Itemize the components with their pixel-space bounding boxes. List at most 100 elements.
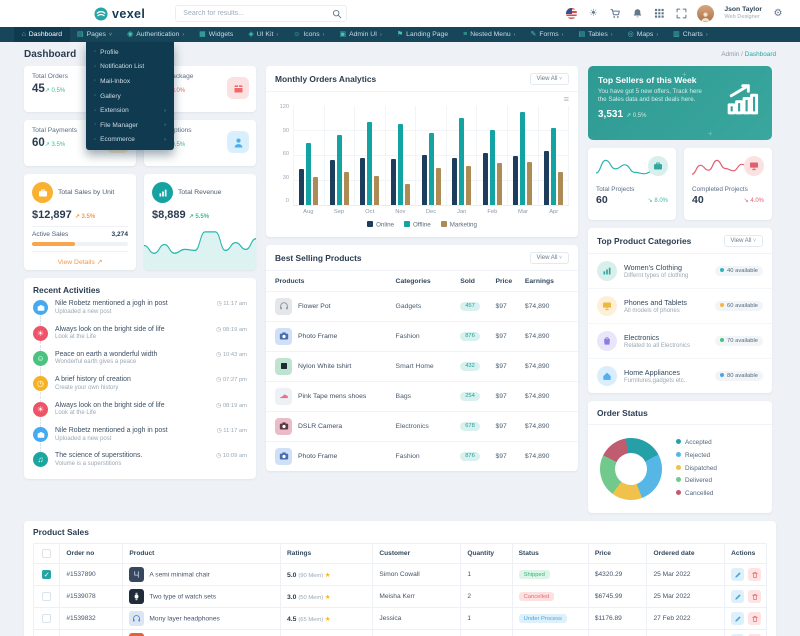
activity-title: Always look on the bright side of life	[55, 326, 165, 333]
chevron-down-icon: ˅	[559, 255, 562, 261]
right-column: Top Sellers of this Week You have got 5 …	[588, 66, 772, 513]
sold-cell: 457	[460, 302, 495, 311]
chart-menu-icon[interactable]: ≡	[564, 95, 569, 104]
music-icon: ♫	[33, 452, 48, 467]
activity-item: Nile Robetz mentioned a jogh in postUplo…	[33, 295, 247, 320]
quantity-cell: 1	[461, 564, 512, 586]
table-row: #1539078Two type of watch sets3.0 (50 Me…	[34, 586, 767, 608]
cart-icon[interactable]	[609, 8, 621, 20]
nav-item-charts[interactable]: ▥Charts›	[666, 27, 716, 42]
nav-item-landing-page[interactable]: ⚑Landing Page	[389, 27, 455, 42]
fullscreen-icon[interactable]	[675, 8, 687, 20]
language-flag-icon[interactable]	[566, 8, 577, 19]
bar-online	[422, 155, 427, 205]
view-all-button[interactable]: View All ˅	[724, 235, 764, 247]
active-sales-label: Active Sales	[32, 231, 68, 238]
activity-text: The science of superstitions.Volume is a…	[55, 452, 142, 467]
activity-subtitle: Create your own history	[55, 385, 131, 391]
category-count-badge: 60 available	[715, 301, 763, 311]
order-status-legend: AcceptedRejectedDispatchedDeliveredCance…	[676, 437, 717, 501]
nav-item-tables[interactable]: ▤Tables›	[571, 27, 620, 42]
nav-item-maps[interactable]: ◎Maps›	[620, 27, 666, 42]
view-all-button[interactable]: View All ˅	[530, 73, 570, 85]
home-icon: ⌂	[22, 31, 26, 38]
menu-item-file-manager[interactable]: ◦File Manager›	[86, 118, 174, 133]
decoration: +	[708, 129, 713, 138]
edit-button[interactable]	[731, 590, 744, 603]
sales-cards: Total Sales by Unit $12,897 ↗ 3.5% Activ…	[24, 174, 256, 270]
delete-button[interactable]	[748, 568, 761, 581]
bar-offline	[459, 118, 464, 205]
bar-online	[330, 160, 335, 205]
x-tick-label: Apr	[538, 209, 569, 215]
nav-item-icons[interactable]: ☺Icons›	[286, 27, 332, 42]
middle-column: Monthly Orders Analytics View All ˅ ≡ 12…	[266, 66, 578, 471]
product-earnings: $74,890	[525, 333, 569, 340]
sold-badge: 457	[460, 302, 480, 311]
nav-item-widgets[interactable]: ▦Widgets	[192, 27, 241, 42]
row-checkbox[interactable]	[42, 614, 51, 623]
row-checkbox[interactable]: ✓	[42, 570, 51, 579]
theme-toggle-icon[interactable]: ☀	[587, 8, 599, 20]
nav-item-admin-ui[interactable]: ▣Admin UI›	[332, 27, 389, 42]
table-body: ✓#1537890A semi minimal chair5.0 (90 Mem…	[34, 564, 767, 636]
nav-item-ui-kit[interactable]: ◈UI Kit›	[241, 27, 286, 42]
notifications-bell-icon[interactable]	[631, 8, 643, 20]
nav-item-authentication[interactable]: ◉Authentication›	[120, 27, 192, 42]
nav-item-nested-menu[interactable]: ≡Nested Menu›	[456, 27, 523, 42]
nav-item-dashboard[interactable]: ⌂Dashboard	[14, 27, 70, 42]
nav-item-label: Icons	[303, 31, 319, 38]
table-row: #1538267Sportive coloured shoes2.5 (15 M…	[34, 630, 767, 636]
nav-item-pages[interactable]: ▤Pages˅	[70, 27, 120, 42]
menu-item-profile[interactable]: ◦Profile	[86, 45, 174, 60]
bar-group-oct	[355, 106, 386, 205]
smiley-icon: ☺	[33, 351, 48, 366]
camera-icon	[33, 300, 48, 315]
bar-offline	[367, 122, 372, 205]
status-cell: Pending	[512, 630, 588, 636]
view-details-link[interactable]: View Details ↗	[32, 258, 128, 266]
active-sales-progress-fill	[32, 242, 75, 246]
rating-count: (65 Mem)	[298, 617, 324, 623]
delete-button[interactable]	[748, 612, 761, 625]
product-earnings: $74,890	[525, 393, 569, 400]
select-all-checkbox[interactable]	[42, 549, 51, 558]
settings-gear-icon[interactable]: ⚙	[772, 8, 784, 20]
menu-item-mail-inbox[interactable]: ◦Mail-Inbox	[86, 74, 174, 89]
menu-item-notification-list[interactable]: ◦Notification List	[86, 60, 174, 75]
sold-cell: 876	[460, 452, 495, 461]
bullet-icon: ◦	[94, 49, 96, 55]
product-thumbnail	[275, 418, 292, 435]
apps-grid-icon[interactable]	[653, 8, 665, 20]
rating-value: 4.5	[287, 616, 298, 623]
breadcrumb-section[interactable]: Admin	[721, 51, 739, 58]
menu-item-extension[interactable]: ◦Extension›	[86, 103, 174, 118]
search-input[interactable]	[175, 5, 347, 22]
user-info[interactable]: Json Taylor Web Designer	[724, 6, 762, 21]
activity-time: ◷ 11:17 am	[217, 427, 247, 434]
best-selling-row: DSLR CameraElectronics678$97$74,890	[266, 411, 578, 441]
edit-button[interactable]	[731, 568, 744, 581]
menu-item-ecommerce[interactable]: ◦Ecommerce›	[86, 133, 174, 148]
bullet-icon: ◦	[94, 122, 96, 128]
row-checkbox[interactable]	[42, 592, 51, 601]
search-icon[interactable]	[332, 9, 342, 19]
divider	[32, 226, 128, 227]
delete-button[interactable]	[748, 590, 761, 603]
edit-button[interactable]	[731, 612, 744, 625]
nav-item-forms[interactable]: ✎Forms›	[523, 27, 571, 42]
column-header-product: Product	[123, 544, 281, 564]
chevron-right-icon: ›	[164, 108, 166, 114]
product-price: $97	[495, 393, 524, 400]
brand-logo[interactable]: vexel	[94, 7, 145, 21]
project-card-completed-projects: Completed Projects40↘ 4.0%	[684, 148, 772, 220]
view-all-button[interactable]: View All ˅	[530, 252, 570, 264]
main-nav: ⌂Dashboard▤Pages˅◉Authentication›▦Widget…	[0, 27, 800, 42]
menu-item-gallery[interactable]: ◦Gallery	[86, 89, 174, 104]
pages-icon: ▤	[77, 31, 84, 38]
order-status-header: Order Status	[588, 401, 772, 425]
checkbox-cell	[34, 630, 60, 636]
count-dot	[720, 303, 724, 307]
rating-cell: 4.5 (65 Mem) ★	[281, 608, 373, 630]
user-avatar[interactable]	[697, 5, 714, 22]
